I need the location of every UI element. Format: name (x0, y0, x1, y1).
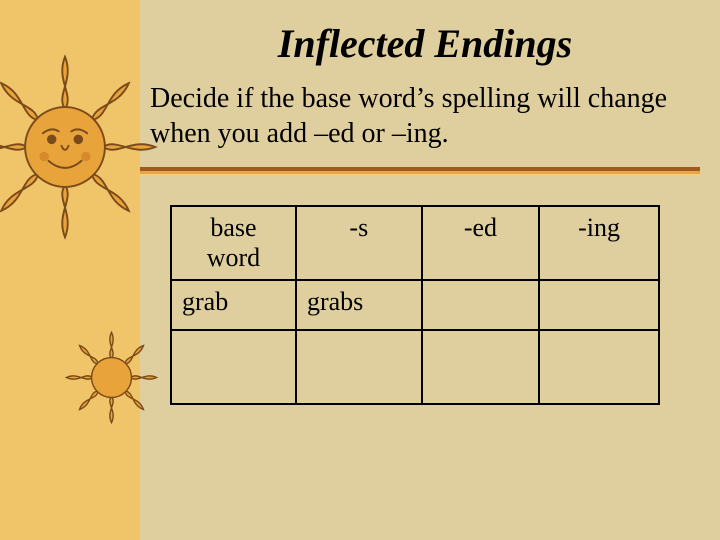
cell-empty (171, 330, 296, 404)
cell-empty (539, 330, 659, 404)
cell-ing (539, 280, 659, 330)
cell-empty (422, 330, 540, 404)
header-base-word: base word (171, 206, 296, 280)
cell-ed (422, 280, 540, 330)
slide: Inflected Endings Decide if the base wor… (0, 0, 720, 540)
cell-s: grabs (296, 280, 422, 330)
slide-title: Inflected Endings (150, 20, 700, 67)
table-header-row: base word -s -ed -ing (171, 206, 659, 280)
inflection-table: base word -s -ed -ing grab grabs (170, 205, 660, 405)
header-ed: -ed (422, 206, 540, 280)
header-ing: -ing (539, 206, 659, 280)
cell-base-word: grab (171, 280, 296, 330)
sun-large-icon (0, 52, 160, 242)
sun-small-icon (64, 330, 159, 425)
divider (150, 167, 700, 177)
table-row: grab grabs (171, 280, 659, 330)
header-s: -s (296, 206, 422, 280)
table-row (171, 330, 659, 404)
cell-empty (296, 330, 422, 404)
content-area: Inflected Endings Decide if the base wor… (150, 10, 700, 405)
slide-subtitle: Decide if the base word’s spelling will … (150, 81, 700, 151)
